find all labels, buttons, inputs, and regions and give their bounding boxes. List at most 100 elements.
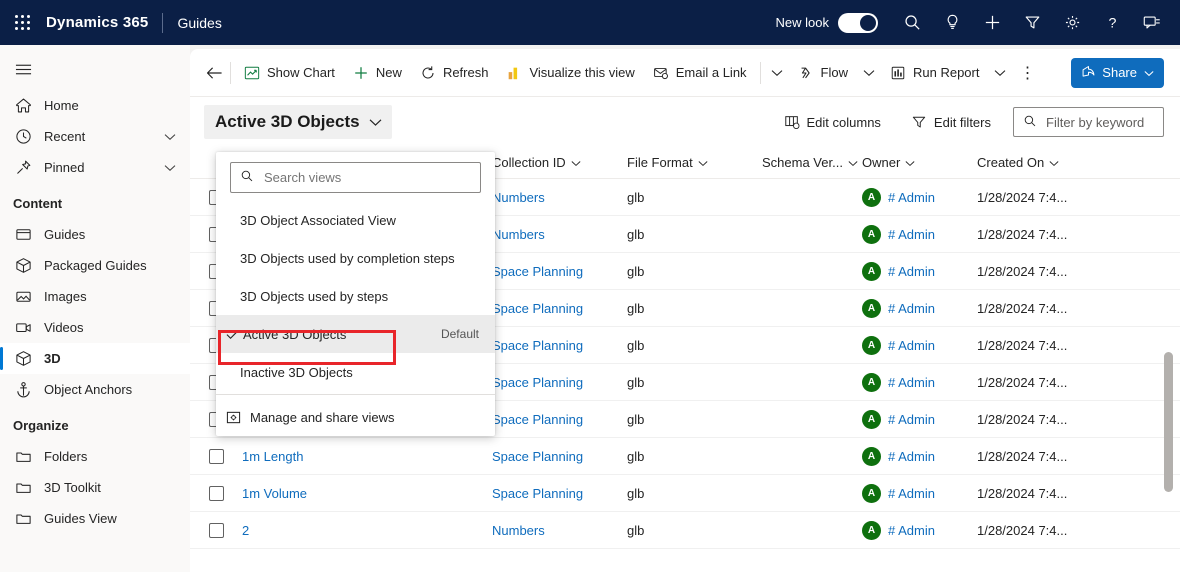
cell-owner[interactable]: A# Admin <box>862 262 977 281</box>
sidebar-item-images[interactable]: Images <box>0 281 190 312</box>
sidebar-item-folders[interactable]: Folders <box>0 441 190 472</box>
cell-owner[interactable]: A# Admin <box>862 188 977 207</box>
view-search-box[interactable] <box>230 162 481 193</box>
cell-collection-id[interactable]: Space Planning <box>492 338 627 353</box>
owner-link[interactable]: # Admin <box>888 301 935 316</box>
collection-link[interactable]: Space Planning <box>492 449 583 464</box>
new-button[interactable] <box>972 4 1012 42</box>
cell-owner[interactable]: A# Admin <box>862 336 977 355</box>
cell-collection-id[interactable]: Space Planning <box>492 375 627 390</box>
more-commands-button[interactable]: ⋮ <box>1012 57 1042 89</box>
sidebar-item-videos[interactable]: Videos <box>0 312 190 343</box>
run-report-caret[interactable] <box>988 57 1012 89</box>
cell-owner[interactable]: A# Admin <box>862 521 977 540</box>
sidebar-item-guides-view[interactable]: Guides View <box>0 503 190 534</box>
cell-owner[interactable]: A# Admin <box>862 373 977 392</box>
view-selector-button[interactable]: Active 3D Objects <box>204 105 392 139</box>
new-button[interactable]: New <box>344 57 411 89</box>
row-select-cell[interactable] <box>190 523 242 538</box>
column-header-schema-version[interactable]: Schema Ver... <box>762 155 862 170</box>
collection-link[interactable]: Space Planning <box>492 338 583 353</box>
row-checkbox[interactable] <box>209 449 224 464</box>
chevron-down-icon[interactable] <box>164 160 176 175</box>
settings-button[interactable] <box>1052 4 1092 42</box>
collection-link[interactable]: Numbers <box>492 227 545 242</box>
view-search-input[interactable] <box>262 169 457 186</box>
refresh-button[interactable]: Refresh <box>411 57 498 89</box>
row-checkbox[interactable] <box>209 523 224 538</box>
email-a-link-button[interactable]: Email a Link <box>644 57 756 89</box>
cell-collection-id[interactable]: Space Planning <box>492 264 627 279</box>
cell-owner[interactable]: A# Admin <box>862 410 977 429</box>
owner-link[interactable]: # Admin <box>888 523 935 538</box>
view-option-inactive-3d-objects[interactable]: Inactive 3D Objects <box>216 353 495 391</box>
owner-link[interactable]: # Admin <box>888 227 935 242</box>
owner-link[interactable]: # Admin <box>888 375 935 390</box>
show-chart-button[interactable]: Show Chart <box>235 57 344 89</box>
sidebar-item-recent[interactable]: Recent <box>0 121 190 152</box>
cell-owner[interactable]: A# Admin <box>862 484 977 503</box>
collection-link[interactable]: Space Planning <box>492 486 583 501</box>
cell-owner[interactable]: A# Admin <box>862 299 977 318</box>
view-option-3d-objects-used-by-steps[interactable]: 3D Objects used by steps <box>216 277 495 315</box>
row-select-cell[interactable] <box>190 486 242 501</box>
sidebar-collapse-button[interactable] <box>0 48 46 90</box>
app-launcher-button[interactable] <box>0 15 46 31</box>
row-select-cell[interactable] <box>190 449 242 464</box>
sidebar-item-packaged-guides[interactable]: Packaged Guides <box>0 250 190 281</box>
feedback-button[interactable] <box>1132 4 1172 42</box>
search-button[interactable] <box>892 4 932 42</box>
cell-collection-id[interactable]: Space Planning <box>492 486 627 501</box>
record-link[interactable]: 1m Volume <box>242 486 307 501</box>
cell-collection-id[interactable]: Numbers <box>492 523 627 538</box>
flow-button[interactable]: Flow <box>789 57 857 89</box>
flow-caret[interactable] <box>857 57 881 89</box>
collection-link[interactable]: Numbers <box>492 190 545 205</box>
table-row[interactable]: 1m LengthSpace PlanningglbA# Admin1/28/2… <box>190 438 1180 475</box>
table-row[interactable]: 2NumbersglbA# Admin1/28/2024 7:4... <box>190 512 1180 549</box>
sidebar-item-object-anchors[interactable]: Object Anchors <box>0 374 190 405</box>
column-header-file-format[interactable]: File Format <box>627 155 762 170</box>
row-checkbox[interactable] <box>209 486 224 501</box>
cell-collection-id[interactable]: Numbers <box>492 190 627 205</box>
cell-owner[interactable]: A# Admin <box>862 447 977 466</box>
column-header-collection-id[interactable]: Collection ID <box>492 155 627 170</box>
cell-name[interactable]: 1m Length <box>242 449 492 464</box>
cell-collection-id[interactable]: Space Planning <box>492 449 627 464</box>
cell-name[interactable]: 2 <box>242 523 492 538</box>
app-name[interactable]: Guides <box>177 15 221 31</box>
manage-and-share-views-button[interactable]: Manage and share views <box>216 398 495 436</box>
owner-link[interactable]: # Admin <box>888 264 935 279</box>
assistant-button[interactable] <box>932 4 972 42</box>
owner-link[interactable]: # Admin <box>888 449 935 464</box>
new-look-toggle[interactable] <box>838 13 878 33</box>
sidebar-item-3d-toolkit[interactable]: 3D Toolkit <box>0 472 190 503</box>
sidebar-item-pinned[interactable]: Pinned <box>0 152 190 183</box>
edit-filters-button[interactable]: Edit filters <box>903 107 999 137</box>
owner-link[interactable]: # Admin <box>888 190 935 205</box>
collection-link[interactable]: Space Planning <box>492 264 583 279</box>
collection-link[interactable]: Numbers <box>492 523 545 538</box>
chevron-down-icon[interactable] <box>1144 65 1154 80</box>
sidebar-item-home[interactable]: Home <box>0 90 190 121</box>
collection-link[interactable]: Space Planning <box>492 412 583 427</box>
owner-link[interactable]: # Admin <box>888 486 935 501</box>
sidebar-item-guides[interactable]: Guides <box>0 219 190 250</box>
column-header-owner[interactable]: Owner <box>862 155 977 170</box>
share-button[interactable]: Share <box>1071 58 1164 88</box>
collection-link[interactable]: Space Planning <box>492 375 583 390</box>
keyword-filter-box[interactable] <box>1013 107 1164 137</box>
collection-link[interactable]: Space Planning <box>492 301 583 316</box>
cell-owner[interactable]: A# Admin <box>862 225 977 244</box>
cell-name[interactable]: 1m Volume <box>242 486 492 501</box>
view-option-3d-objects-used-by-completion-steps[interactable]: 3D Objects used by completion steps <box>216 239 495 277</box>
sidebar-item-3d[interactable]: 3D <box>0 343 190 374</box>
table-row[interactable]: 1m VolumeSpace PlanningglbA# Admin1/28/2… <box>190 475 1180 512</box>
email-a-link-caret[interactable] <box>765 57 789 89</box>
visualize-this-view-button[interactable]: Visualize this view <box>497 57 643 89</box>
view-option-active-3d-objects[interactable]: Active 3D Objects Default <box>216 315 495 353</box>
cell-collection-id[interactable]: Space Planning <box>492 301 627 316</box>
column-header-created-on[interactable]: Created On <box>977 155 1127 170</box>
filter-button[interactable] <box>1012 4 1052 42</box>
record-link[interactable]: 2 <box>242 523 249 538</box>
